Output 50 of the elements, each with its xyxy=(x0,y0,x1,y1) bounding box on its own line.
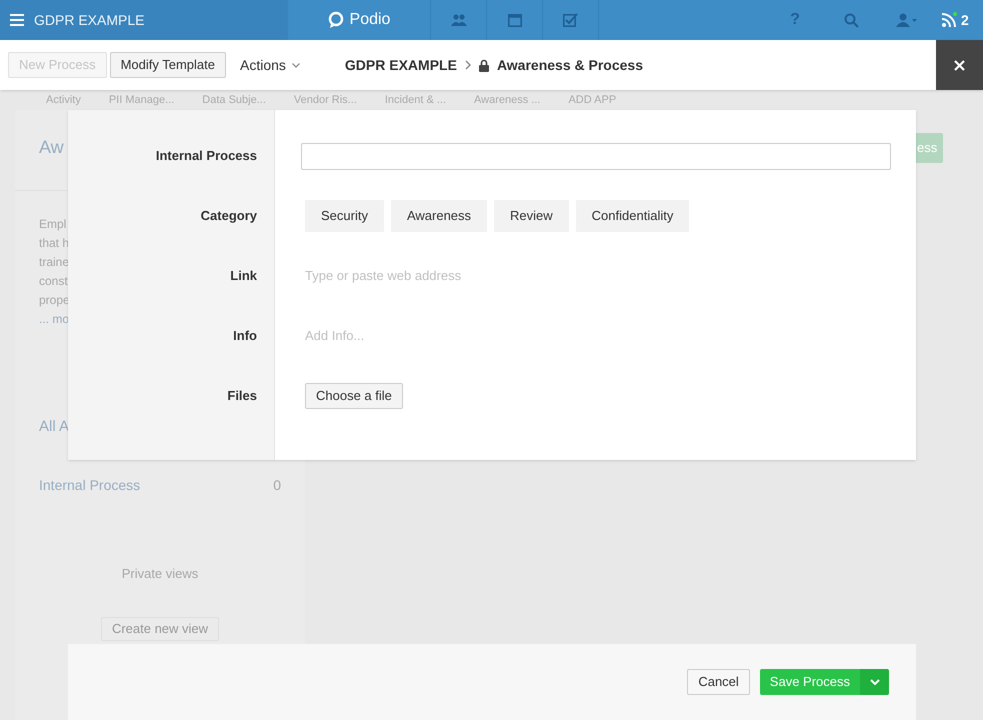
section-heading: Private views xyxy=(120,564,200,582)
breadcrumb-link[interactable]: GDPR EXAMPLE xyxy=(344,54,457,76)
feed-icon[interactable] xyxy=(941,12,957,28)
app-tab-label: PII Manage... xyxy=(108,92,174,108)
calendar-icon[interactable] xyxy=(508,13,522,27)
view-count: 0 xyxy=(273,476,281,494)
field-label: Files xyxy=(227,388,257,404)
breadcrumb-link[interactable]: Awareness & Process xyxy=(496,54,643,76)
category-option[interactable]: Review xyxy=(494,200,569,232)
app-tab-label: ADD APP xyxy=(568,92,616,108)
cancel-button[interactable]: Cancel xyxy=(687,669,750,695)
description-text: Empl xyxy=(39,216,66,233)
field-label: Info xyxy=(233,328,257,344)
field-label: Link xyxy=(230,268,257,284)
close-button[interactable] xyxy=(936,40,983,90)
field-label: Internal Process xyxy=(156,148,257,164)
contacts-icon[interactable] xyxy=(450,14,466,26)
save-options-button[interactable] xyxy=(860,669,889,695)
user-menu-icon[interactable] xyxy=(896,13,918,27)
app-tab-label: Awareness ... xyxy=(474,92,540,108)
actions-menu[interactable]: Actions xyxy=(240,54,286,76)
field-label: Category xyxy=(200,208,257,224)
description-text: prope xyxy=(39,292,70,309)
menu-icon[interactable] xyxy=(10,14,24,26)
toolbar-button[interactable]: Modify Template xyxy=(110,52,226,78)
close-icon[interactable] xyxy=(954,60,965,70)
search-icon[interactable] xyxy=(844,12,858,28)
app-tab-label: Data Subje... xyxy=(202,92,266,108)
description-text: traine xyxy=(39,254,70,271)
notification-count[interactable]: 2 xyxy=(961,10,969,30)
app-title: Aw xyxy=(39,136,64,159)
lock-icon xyxy=(478,58,489,72)
category-option[interactable]: Security xyxy=(305,200,384,232)
input-field[interactable]: Add Info... xyxy=(301,326,891,346)
chevron-right-icon xyxy=(464,60,471,70)
text-input[interactable] xyxy=(301,142,891,170)
chevron-down-icon[interactable] xyxy=(292,62,300,68)
view-name: Internal Process xyxy=(39,476,140,494)
category-option[interactable]: Confidentiality xyxy=(576,200,690,232)
input-field[interactable]: Type or paste web address xyxy=(301,266,891,286)
app-tab-label: Vendor Ris... xyxy=(294,92,357,108)
checkbox-icon[interactable] xyxy=(563,13,578,27)
app-tab-label: Activity xyxy=(46,92,81,108)
choose-file-button[interactable]: Choose a file xyxy=(305,383,403,409)
app-tab-label: Incident & ... xyxy=(384,92,446,108)
category-option[interactable]: Awareness xyxy=(390,200,488,232)
logo-icon xyxy=(328,11,344,29)
chevron-down-icon xyxy=(870,679,880,685)
description-text: const xyxy=(39,273,68,290)
view-heading: All A xyxy=(39,417,70,437)
